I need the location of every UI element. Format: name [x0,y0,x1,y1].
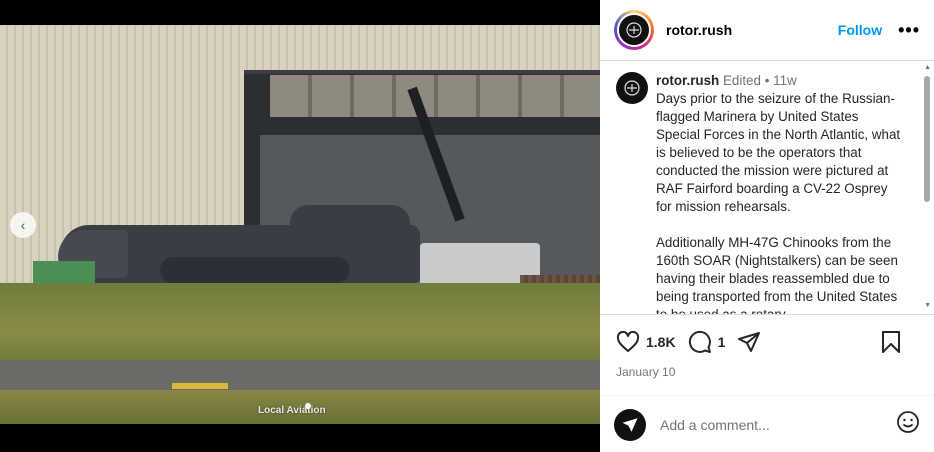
save-button[interactable] [880,330,908,354]
scroll-down-arrow[interactable]: ▼ [924,302,931,309]
helicopter-rotor-hub [290,205,410,241]
paper-plane-icon [738,332,761,352]
scroll-up-arrow[interactable]: ▲ [924,64,931,71]
edited-label: Edited [722,73,761,88]
post-media: Local Aviation ‹ [0,0,600,452]
header-username[interactable]: rotor.rush [666,22,732,38]
story-ring[interactable] [614,10,654,50]
action-bar: 1.8K 1 [600,315,934,355]
emblem-icon [624,80,640,96]
follow-button[interactable]: Follow [838,22,882,38]
like-button[interactable]: 1.8K [616,330,676,354]
caption-paragraph: Additionally MH-47G Chinooks from the 16… [656,235,898,314]
helicopter-fuel-tank [160,257,350,283]
scrollbar-thumb[interactable] [924,76,930,202]
post-actions-area: 1.8K 1 January 10 [600,314,934,452]
bookmark-icon [882,331,900,353]
caption-paragraph: Days prior to the seizure of the Russian… [656,91,901,214]
comments-section: rotor.rush Edited • 11w Days prior to th… [600,62,934,314]
post-side-panel: rotor.rush Follow ••• rotor.rush Edited … [600,0,934,452]
add-comment-bar [600,395,934,452]
post-header: rotor.rush Follow ••• [600,0,934,61]
comment-count: 1 [717,334,726,350]
post-date[interactable]: January 10 [600,355,934,379]
user-avatar [614,408,646,441]
paper-plane-icon [622,417,638,432]
photo-watermark: Local Aviation [258,405,326,416]
caption-username[interactable]: rotor.rush [656,73,719,88]
heart-icon [616,330,640,352]
caption-header: rotor.rush Edited • 11w [656,72,906,90]
chevron-left-icon: ‹ [20,217,26,233]
avatar [617,13,651,47]
like-count[interactable]: 1.8K [646,334,676,350]
emblem-icon [626,22,642,38]
previous-button[interactable]: ‹ [10,212,36,238]
comment-button[interactable]: 1 [688,330,726,354]
caption-text: rotor.rush Edited • 11w Days prior to th… [656,72,906,314]
caption: rotor.rush Edited • 11w Days prior to th… [616,72,920,314]
green-bins [33,261,95,285]
grass-field [0,283,600,363]
post-age[interactable]: 11w [773,73,797,88]
comment-icon [688,330,711,353]
post-photo: Local Aviation [0,25,600,424]
hangar-roof [270,75,600,117]
smiley-icon [897,411,919,433]
runway [0,360,600,390]
carousel-indicator [305,403,311,409]
emoji-button[interactable] [896,410,920,439]
share-button[interactable] [737,330,767,354]
meta-separator: • [764,73,770,88]
comment-input[interactable] [660,416,870,433]
runway-marking [172,383,228,389]
more-options-button[interactable]: ••• [898,20,920,41]
caption-avatar[interactable] [616,72,648,104]
